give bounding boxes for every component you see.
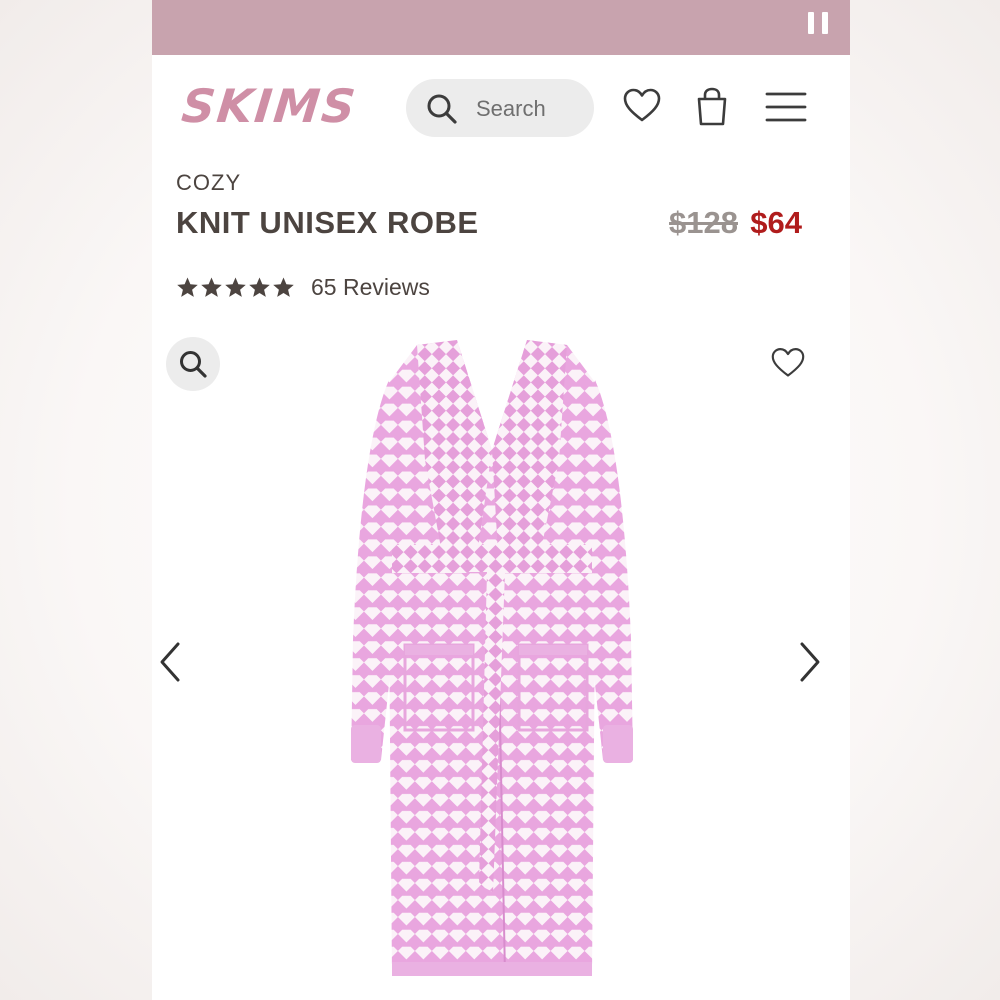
product-title: KNIT UNISEX ROBE bbox=[176, 205, 479, 240]
search-bar[interactable] bbox=[406, 79, 594, 137]
hamburger-menu-icon[interactable] bbox=[764, 86, 808, 126]
search-input[interactable] bbox=[474, 93, 588, 125]
zoom-icon bbox=[180, 351, 207, 378]
chevron-right-icon[interactable] bbox=[794, 640, 824, 684]
sale-price: $64 bbox=[750, 205, 802, 240]
star-icon bbox=[273, 276, 294, 297]
star-icon bbox=[249, 276, 270, 297]
pause-icon[interactable] bbox=[808, 12, 828, 34]
heart-icon[interactable] bbox=[622, 86, 662, 126]
star-icon bbox=[177, 276, 198, 297]
original-price: $128 bbox=[669, 205, 738, 240]
shopping-bag-icon[interactable] bbox=[694, 86, 730, 128]
product-rating[interactable]: 65 Reviews bbox=[176, 272, 430, 302]
product-category: COZY bbox=[176, 170, 242, 195]
search-icon bbox=[427, 94, 457, 124]
phone-screen: SKIMS COZY KNIT UNISEX ROBE $128 $64 65 … bbox=[152, 0, 850, 1000]
star-icon bbox=[225, 276, 246, 297]
star-rating bbox=[176, 276, 295, 299]
chevron-left-icon[interactable] bbox=[156, 640, 186, 684]
star-icon bbox=[201, 276, 222, 297]
wishlist-heart-icon[interactable] bbox=[770, 346, 806, 380]
product-image[interactable] bbox=[347, 340, 637, 980]
reviews-link[interactable]: 65 Reviews bbox=[311, 274, 430, 301]
zoom-button[interactable] bbox=[166, 337, 220, 391]
brand-logo[interactable]: SKIMS bbox=[179, 78, 360, 134]
status-bar bbox=[152, 0, 850, 55]
